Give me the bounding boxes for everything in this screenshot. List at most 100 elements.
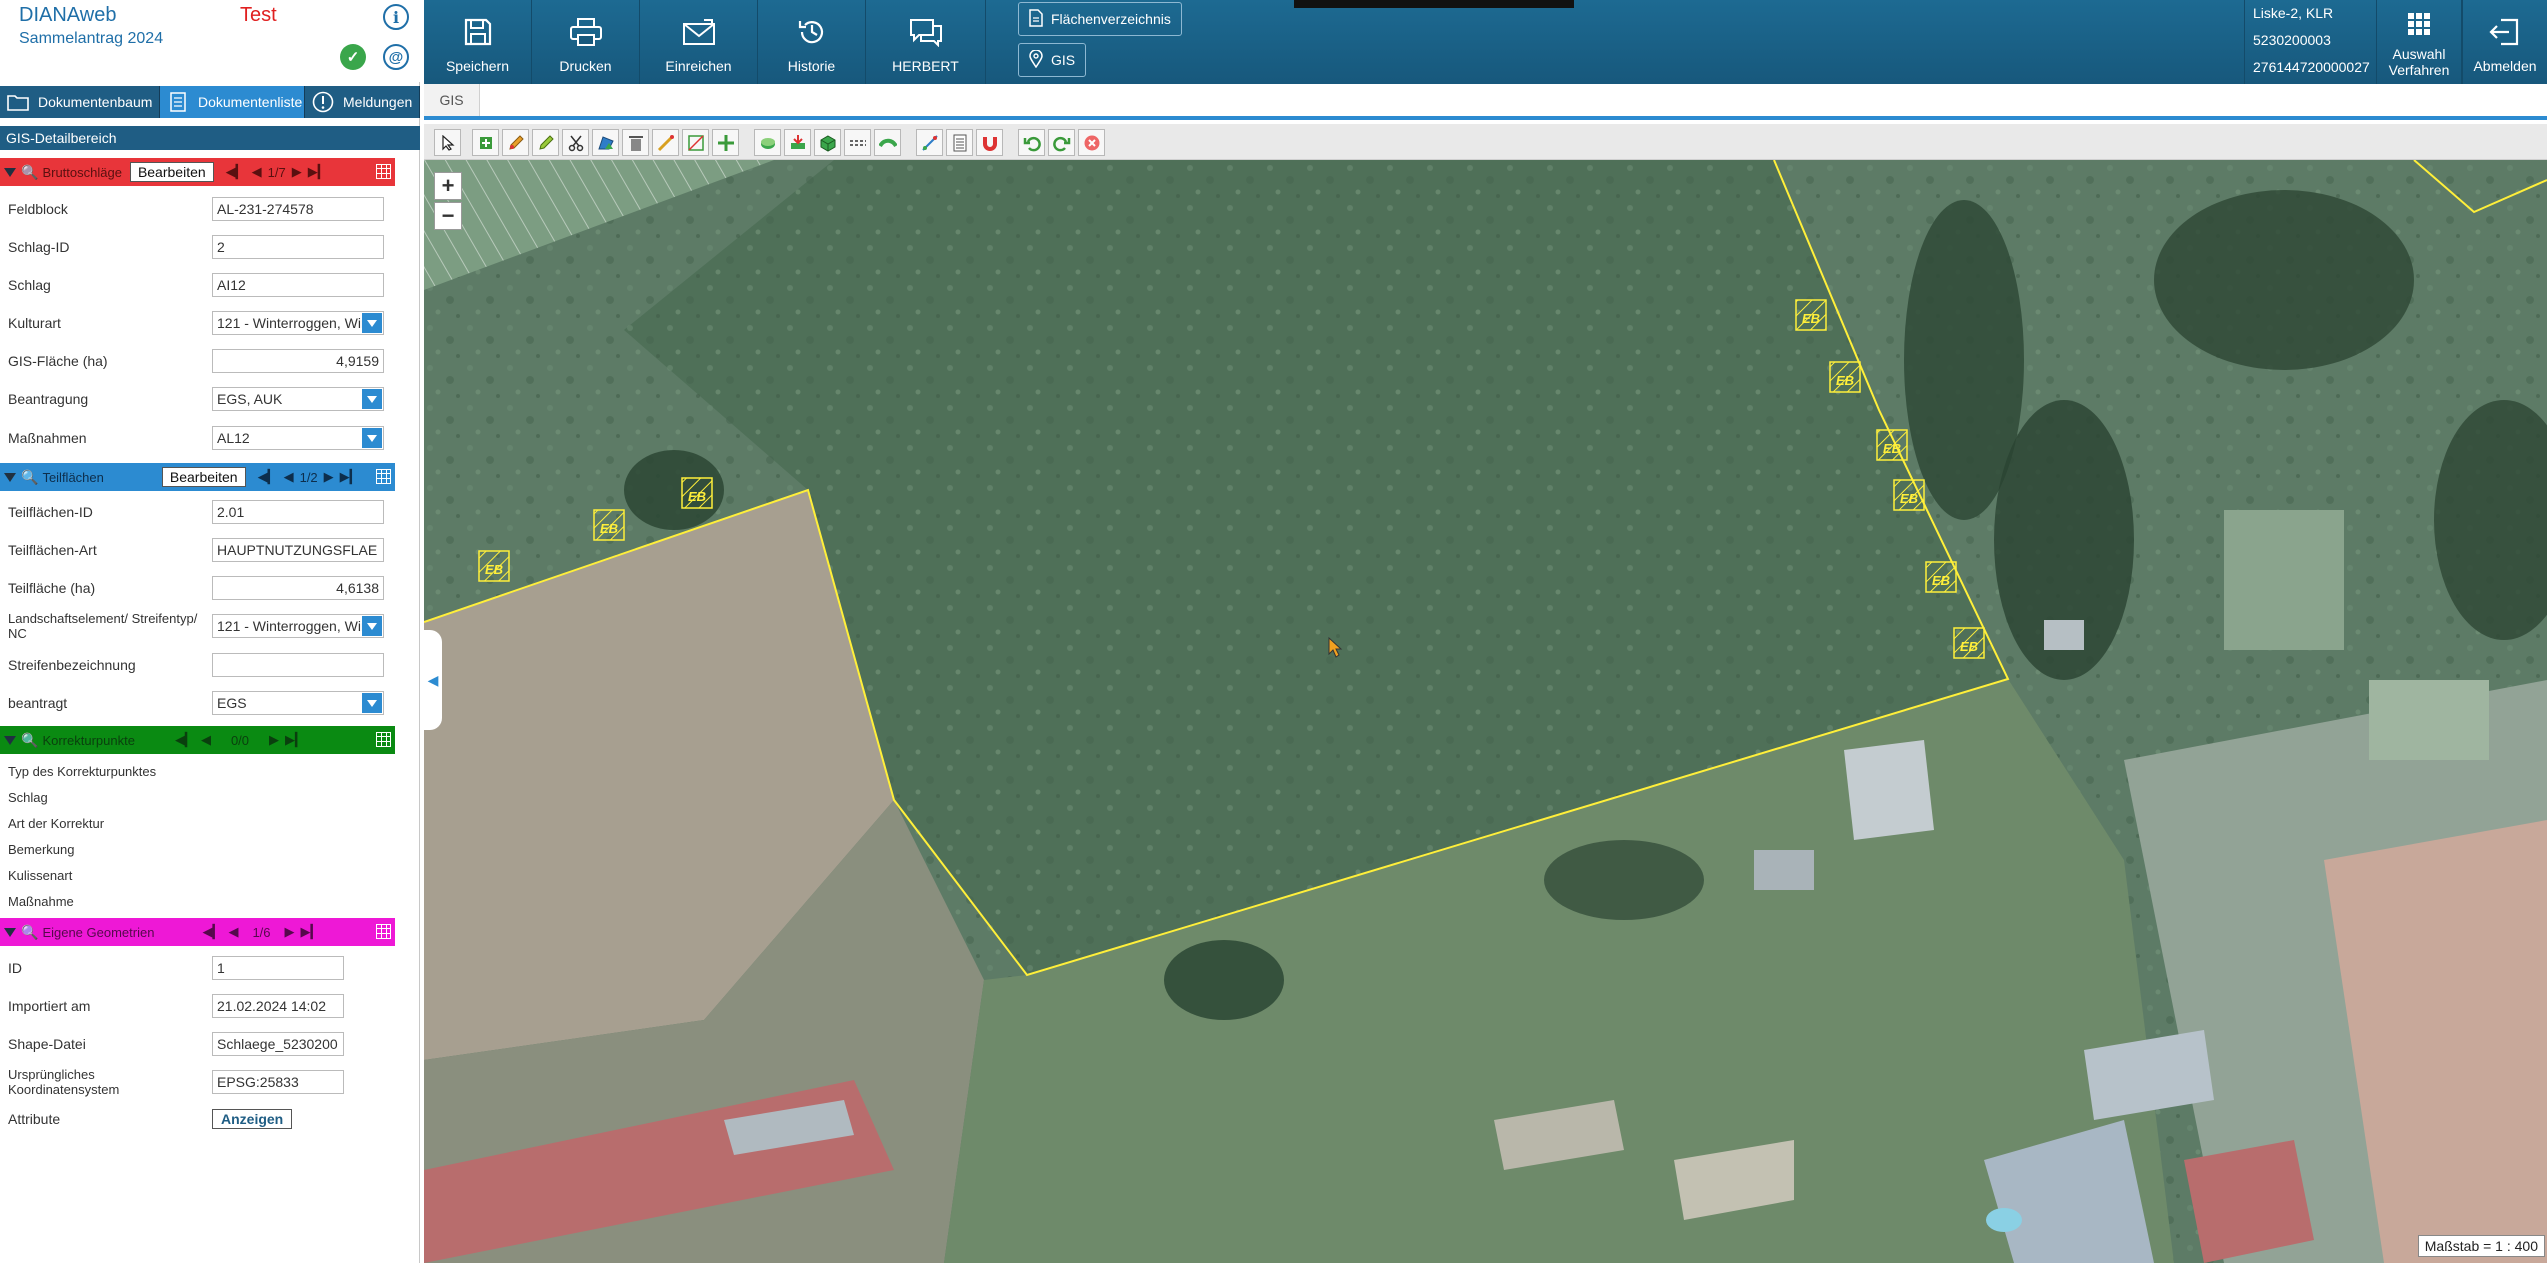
- history-button[interactable]: Historie: [758, 0, 866, 84]
- next-page-icon[interactable]: ▶: [324, 469, 334, 485]
- table-view-icon[interactable]: [376, 732, 391, 747]
- field-label: Streifenbezeichnung: [8, 657, 136, 673]
- user-info: Liske-2, KLR 5230200003 276144720000027: [2244, 0, 2376, 84]
- at-icon[interactable]: @: [383, 44, 409, 70]
- draw-line-icon[interactable]: [652, 129, 679, 156]
- prev-page-icon[interactable]: ◀: [201, 732, 211, 748]
- teilflaechen-art-value[interactable]: HAUPTNUTZUNGSFLAE: [212, 538, 384, 562]
- 3d-layer-icon[interactable]: [814, 129, 841, 156]
- chevron-down-icon[interactable]: [362, 616, 382, 636]
- koordinatensystem-value[interactable]: EPSG:25833: [212, 1070, 344, 1094]
- search-icon[interactable]: 🔍: [21, 164, 38, 181]
- move-geometry-icon[interactable]: [712, 129, 739, 156]
- snap-magnet-icon[interactable]: [976, 129, 1003, 156]
- buffer-strip-icon[interactable]: [844, 129, 871, 156]
- beantragt-select[interactable]: EGS: [212, 691, 384, 715]
- kulturart-select[interactable]: 121 - Winterroggen, Win: [212, 311, 384, 335]
- chevron-left-icon: ◀: [427, 671, 439, 688]
- table-view-icon[interactable]: [376, 164, 391, 179]
- streifenbezeichnung-value[interactable]: [212, 653, 384, 677]
- redo-icon[interactable]: [1048, 129, 1075, 156]
- chevron-down-icon[interactable]: [362, 428, 382, 448]
- search-icon[interactable]: 🔍: [21, 469, 38, 486]
- auswahl-verfahren-button[interactable]: Auswahl Verfahren: [2376, 0, 2462, 84]
- first-page-icon[interactable]: ◀▎: [175, 732, 195, 748]
- landschaftselement-select[interactable]: 121 - Winterroggen, Win: [212, 614, 384, 638]
- cut-scissors-icon[interactable]: [562, 129, 589, 156]
- massnahmen-select[interactable]: AL12: [212, 426, 384, 450]
- table-view-icon[interactable]: [376, 924, 391, 939]
- flaechenverzeichnis-button[interactable]: Flächenverzeichnis: [1018, 2, 1182, 36]
- table-view-icon[interactable]: [376, 469, 391, 484]
- herbert-button[interactable]: HERBERT: [866, 0, 986, 84]
- zoom-out-button[interactable]: −: [434, 202, 462, 230]
- split-polygon-icon[interactable]: [682, 129, 709, 156]
- add-geometry-icon[interactable]: [472, 129, 499, 156]
- attribute-table-icon[interactable]: [946, 129, 973, 156]
- edit-vertices-icon[interactable]: [532, 129, 559, 156]
- next-page-icon[interactable]: ▶: [269, 732, 279, 748]
- edit-pencil-icon[interactable]: [502, 129, 529, 156]
- schlag-id-value[interactable]: 2: [212, 235, 384, 259]
- prev-page-icon[interactable]: ◀: [228, 924, 238, 940]
- search-icon[interactable]: 🔍: [21, 732, 38, 749]
- chevron-down-icon[interactable]: [362, 693, 382, 713]
- beantragung-select[interactable]: EGS, AUK: [212, 387, 384, 411]
- landscape-element-icon[interactable]: [874, 129, 901, 156]
- last-page-icon[interactable]: ▶▎: [340, 469, 360, 485]
- tab-dokumentenbaum[interactable]: Dokumentenbaum: [0, 86, 160, 118]
- submit-button[interactable]: Einreichen: [640, 0, 758, 84]
- collapse-triangle-icon[interactable]: [4, 472, 16, 482]
- schlag-value[interactable]: AI12: [212, 273, 384, 297]
- collapse-panel-handle[interactable]: ◀: [424, 630, 442, 730]
- zoom-in-button[interactable]: +: [434, 172, 462, 200]
- select-pointer-icon[interactable]: [434, 129, 461, 156]
- undo-icon[interactable]: [1018, 129, 1045, 156]
- print-button[interactable]: Drucken: [532, 0, 640, 84]
- importiert-value[interactable]: 21.02.2024 14:02: [212, 994, 344, 1018]
- shape-value[interactable]: Schlaege_5230200: [212, 1032, 344, 1056]
- pager: ◀▎ ◀ 1/6 ▶ ▶▎: [202, 924, 320, 940]
- collapse-triangle-icon[interactable]: [4, 927, 16, 937]
- save-button[interactable]: Speichern: [424, 0, 532, 84]
- next-page-icon[interactable]: ▶: [292, 164, 302, 180]
- prev-page-icon[interactable]: ◀: [284, 469, 294, 485]
- import-layer-icon[interactable]: [784, 129, 811, 156]
- chevron-down-icon[interactable]: [362, 389, 382, 409]
- edit-button[interactable]: Bearbeiten: [129, 162, 214, 182]
- tab-meldungen[interactable]: Meldungen: [305, 86, 420, 118]
- info-icon[interactable]: i: [383, 4, 409, 30]
- teilflaeche-value[interactable]: 4,6138: [212, 576, 384, 600]
- delete-trash-icon[interactable]: [622, 129, 649, 156]
- prev-page-icon[interactable]: ◀: [252, 164, 262, 180]
- collapse-triangle-icon[interactable]: [4, 167, 16, 177]
- anzeigen-button[interactable]: Anzeigen: [212, 1109, 293, 1129]
- gis-flaeche-value[interactable]: 4,9159: [212, 349, 384, 373]
- first-page-icon[interactable]: ◀▎: [202, 924, 222, 940]
- last-page-icon[interactable]: ▶▎: [308, 164, 328, 180]
- first-page-icon[interactable]: ◀▎: [226, 164, 246, 180]
- search-icon[interactable]: 🔍: [21, 924, 38, 941]
- layer-toggle-icon[interactable]: [754, 129, 781, 156]
- last-page-icon[interactable]: ▶▎: [301, 924, 321, 940]
- feldblock-value[interactable]: AL-231-274578: [212, 197, 384, 221]
- logout-button[interactable]: Abmelden: [2462, 0, 2547, 84]
- edit-button[interactable]: Bearbeiten: [161, 467, 246, 487]
- gis-button[interactable]: GIS: [1018, 43, 1087, 77]
- field-koordinatensystem: Ursprüngliches Koordinatensystem EPSG:25…: [0, 1064, 395, 1102]
- cancel-icon[interactable]: [1078, 129, 1105, 156]
- last-page-icon[interactable]: ▶▎: [285, 732, 305, 748]
- teilflaechen-id-value[interactable]: 2.01: [212, 500, 384, 524]
- tab-dokumentenliste[interactable]: Dokumentenliste: [160, 86, 305, 118]
- id-value[interactable]: 1: [212, 956, 344, 980]
- chevron-down-icon[interactable]: [362, 313, 382, 333]
- collapse-triangle-icon[interactable]: [4, 735, 16, 745]
- tab-gis[interactable]: GIS: [424, 84, 480, 116]
- next-page-icon[interactable]: ▶: [285, 924, 295, 940]
- field-shape-datei: Shape-Datei Schlaege_5230200: [0, 1026, 395, 1064]
- first-page-icon[interactable]: ◀▎: [258, 469, 278, 485]
- gis-map[interactable]: EB EB EB EB EB EB EB EB EB + − ◀ Maßstab…: [424, 160, 2547, 1263]
- merge-polygon-icon[interactable]: [592, 129, 619, 156]
- measure-icon[interactable]: [916, 129, 943, 156]
- field-label: GIS-Fläche (ha): [8, 353, 108, 369]
